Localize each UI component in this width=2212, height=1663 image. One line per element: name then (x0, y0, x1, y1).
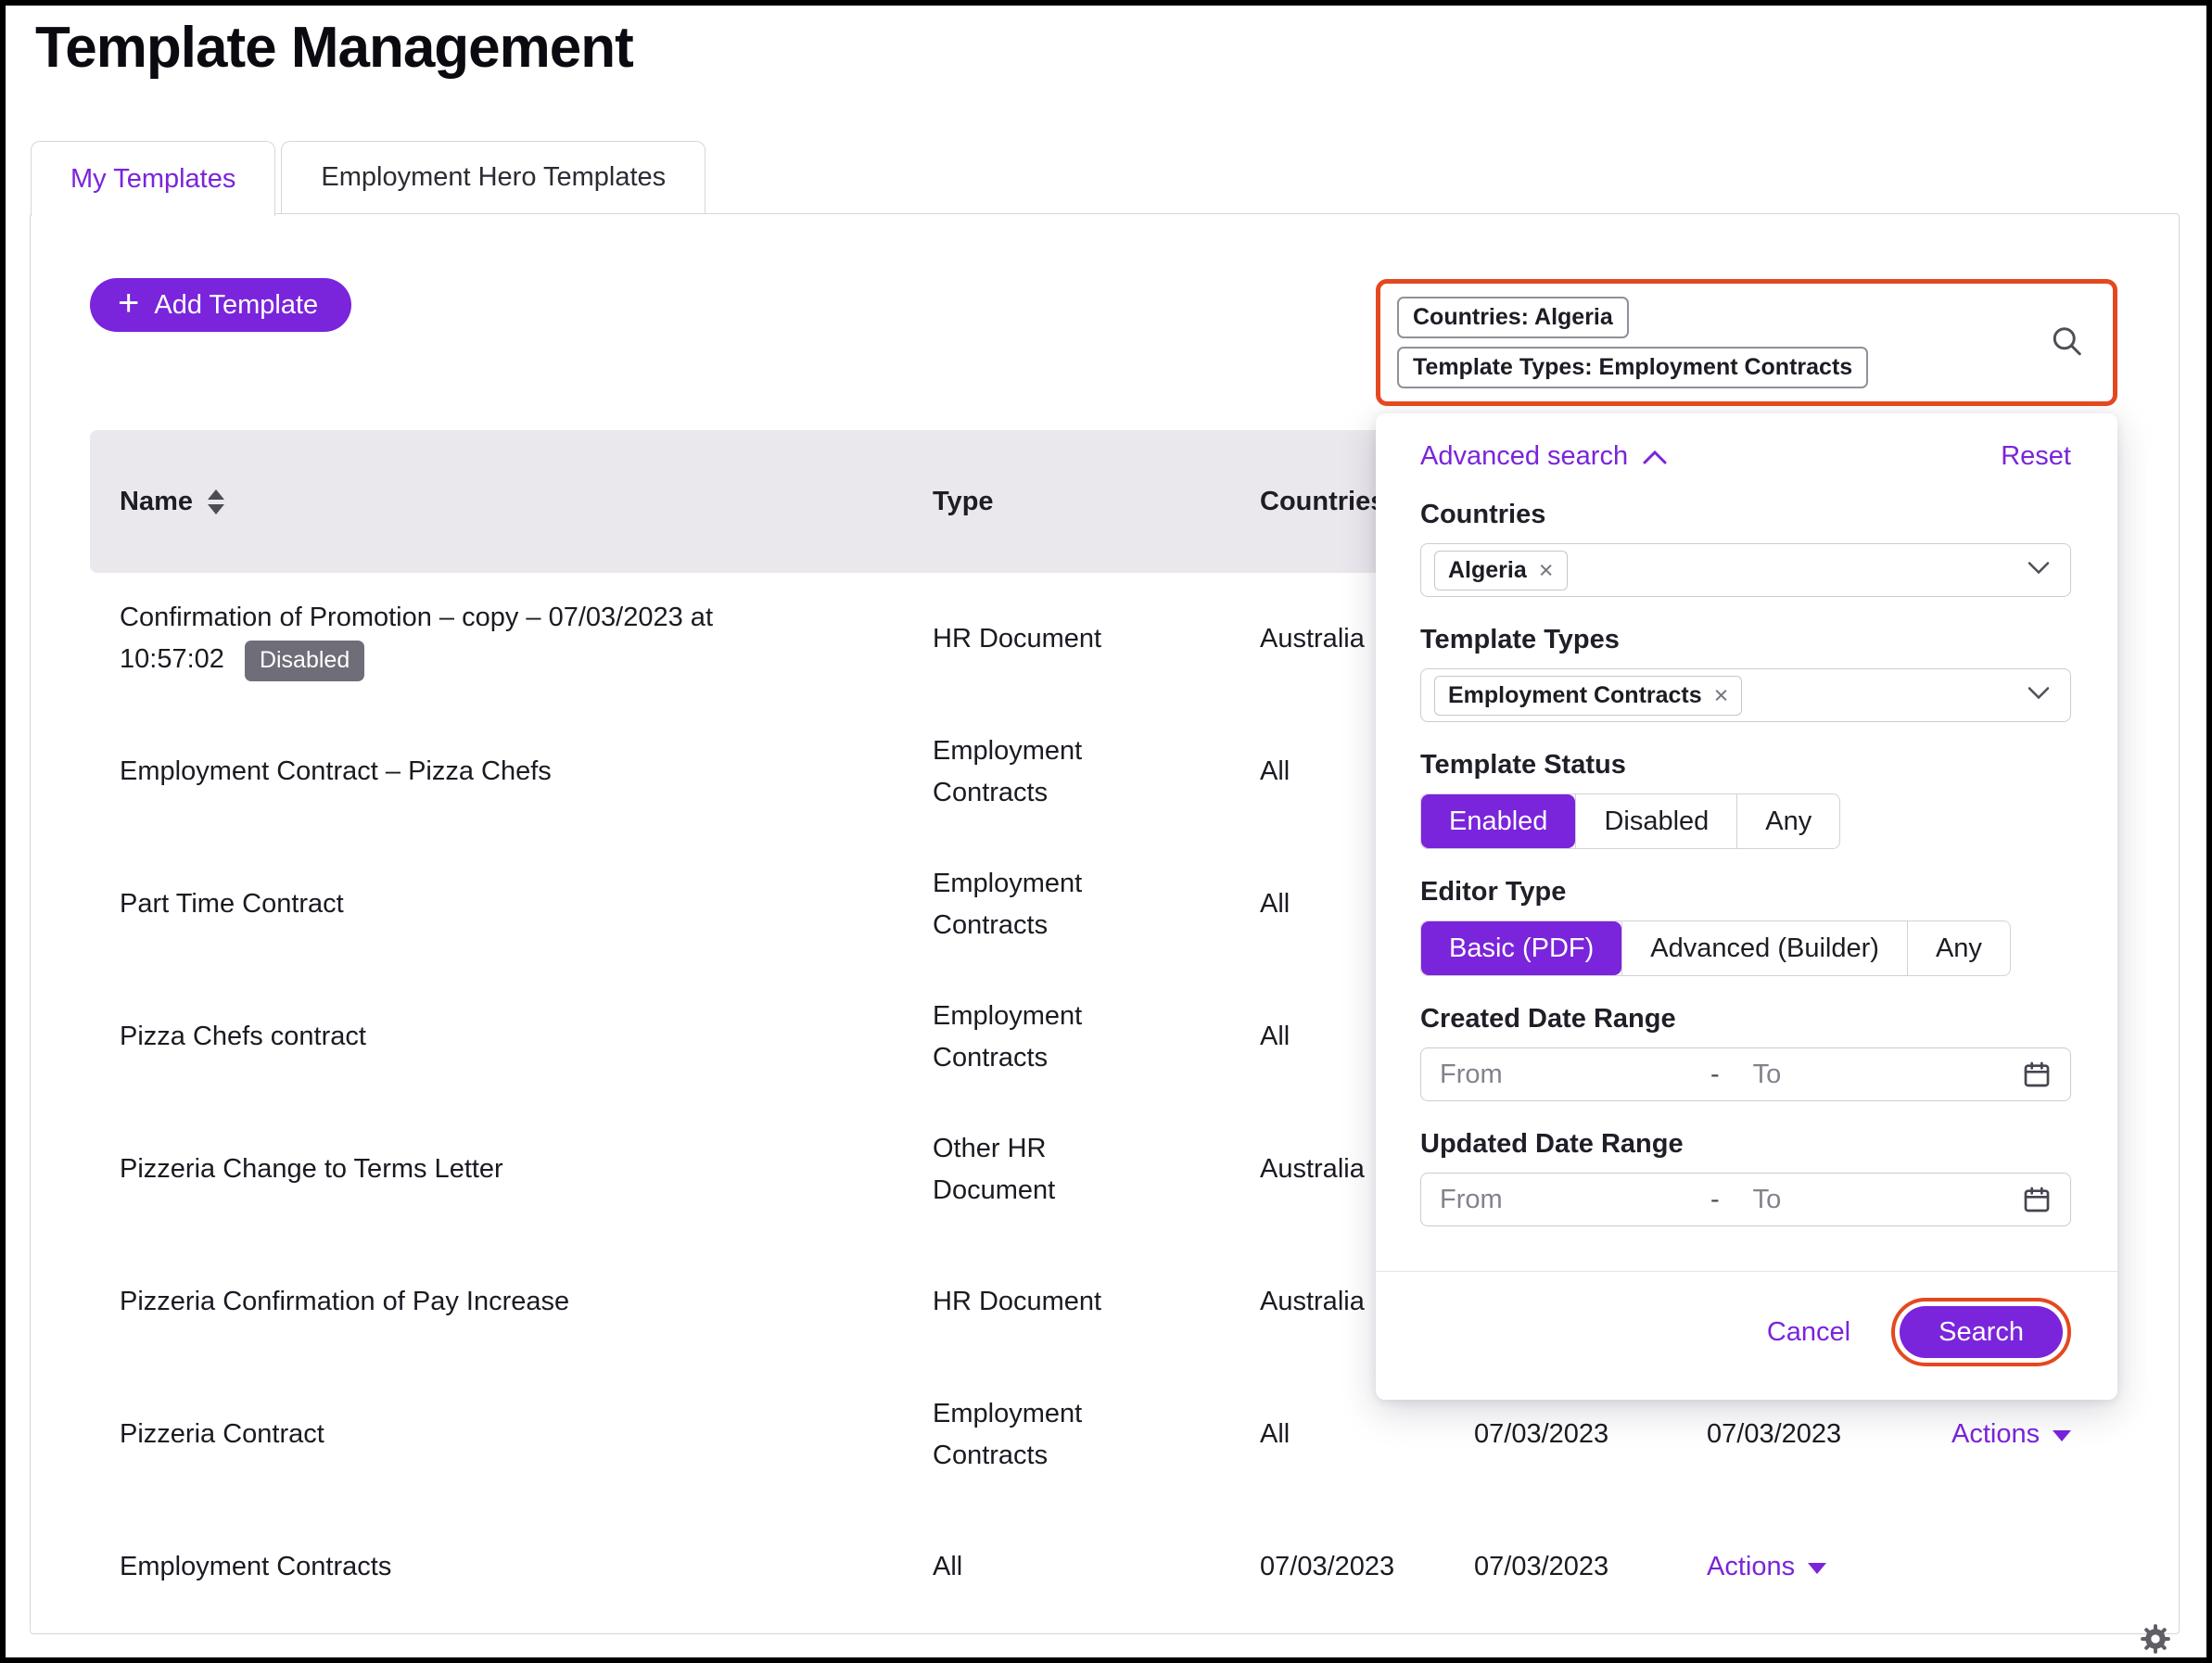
filter-chip-template-types[interactable]: Template Types: Employment Contracts (1397, 347, 1868, 388)
editor-option-any[interactable]: Any (1907, 921, 2010, 975)
status-badge: Disabled (245, 641, 364, 680)
template-type: All (933, 1546, 1260, 1588)
chevron-down-icon (2028, 687, 2050, 705)
template-type: Employment Contracts (933, 863, 1260, 946)
tab-employment-hero-templates[interactable]: Employment Hero Templates (281, 141, 706, 213)
search-button-highlight-ring: Search (1891, 1298, 2071, 1366)
template-created-date: 07/03/2023 (1260, 1546, 1474, 1588)
template-name: Part Time Contract (90, 883, 933, 925)
search-icon[interactable] (2050, 324, 2083, 362)
template-name: Employment Contract – Pizza Chefs (90, 751, 933, 793)
panel-divider (1376, 1271, 2117, 1272)
date-range-separator: - (1710, 1060, 1720, 1090)
template-countries: All (1260, 1414, 1474, 1455)
date-to-input[interactable]: To (1753, 1060, 2022, 1090)
caret-down-icon (2053, 1430, 2071, 1441)
actions-button[interactable]: Actions (1951, 1414, 2117, 1455)
cancel-button[interactable]: Cancel (1767, 1317, 1850, 1348)
column-header-type: Type (933, 487, 1260, 517)
advanced-search-panel: Advanced search Reset Countries Algeria … (1376, 413, 2117, 1400)
created-date-range-label: Created Date Range (1420, 1004, 2071, 1035)
template-updated-date: 07/03/2023 (1474, 1546, 1707, 1588)
add-template-label: Add Template (154, 290, 318, 321)
template-type: Employment Contracts (933, 1393, 1260, 1477)
template-name: Pizza Chefs contract (90, 1016, 933, 1058)
editor-type-label: Editor Type (1420, 877, 2071, 908)
calendar-icon[interactable] (2022, 1060, 2052, 1089)
template-status-segmented: Enabled Disabled Any (1420, 793, 1840, 849)
advanced-search-toggle[interactable]: Advanced search (1420, 441, 1667, 472)
template-created-date: 07/03/2023 (1474, 1414, 1707, 1455)
active-filter-chips: Countries: Algeria Template Types: Emplo… (1380, 297, 1868, 388)
chevron-up-icon (1643, 441, 1667, 472)
reset-link[interactable]: Reset (2001, 441, 2071, 472)
actions-button[interactable]: Actions (1707, 1546, 1951, 1588)
countries-label: Countries (1420, 500, 2071, 530)
template-type: Other HR Document (933, 1128, 1260, 1212)
countries-select[interactable]: Algeria × (1420, 543, 2071, 597)
tab-bar: My Templates Employment Hero Templates (31, 141, 706, 216)
filter-chip-countries[interactable]: Countries: Algeria (1397, 297, 1629, 338)
template-type: Employment Contracts (933, 996, 1260, 1079)
template-name: Confirmation of Promotion – copy – 07/03… (120, 603, 713, 674)
status-option-any[interactable]: Any (1736, 794, 1839, 848)
editor-type-segmented: Basic (PDF) Advanced (Builder) Any (1420, 920, 2011, 976)
template-name: Pizzeria Confirmation of Pay Increase (90, 1281, 933, 1323)
template-name: Employment Contracts (90, 1546, 933, 1588)
search-filter-box[interactable]: Countries: Algeria Template Types: Emplo… (1376, 279, 2117, 406)
template-type: HR Document (933, 1281, 1260, 1323)
date-to-input[interactable]: To (1753, 1185, 2022, 1215)
updated-date-range-field[interactable]: From - To (1420, 1173, 2071, 1226)
add-template-button[interactable]: + Add Template (90, 278, 351, 332)
calendar-icon[interactable] (2022, 1185, 2052, 1214)
sort-icon[interactable] (208, 489, 224, 514)
tab-label: My Templates (70, 164, 235, 195)
template-updated-date: 07/03/2023 (1707, 1414, 1951, 1455)
status-option-disabled[interactable]: Disabled (1575, 794, 1736, 848)
table-row: Employment Contracts All 07/03/2023 07/0… (90, 1501, 2117, 1633)
column-header-name[interactable]: Name (90, 487, 933, 517)
tab-label: Employment Hero Templates (321, 162, 666, 193)
close-icon[interactable]: × (1539, 558, 1554, 583)
gear-icon[interactable] (2137, 1620, 2174, 1662)
date-from-input[interactable]: From (1440, 1185, 1710, 1215)
selected-country-chip[interactable]: Algeria × (1434, 551, 1568, 590)
date-from-input[interactable]: From (1440, 1060, 1710, 1090)
updated-date-range-label: Updated Date Range (1420, 1129, 2071, 1160)
editor-option-basic-pdf[interactable]: Basic (PDF) (1421, 921, 1621, 975)
template-types-label: Template Types (1420, 625, 2071, 655)
template-status-label: Template Status (1420, 750, 2071, 781)
template-type: Employment Contracts (933, 730, 1260, 814)
chevron-down-icon (2028, 562, 2050, 579)
status-option-enabled[interactable]: Enabled (1421, 794, 1575, 848)
template-types-select[interactable]: Employment Contracts × (1420, 668, 2071, 722)
caret-down-icon (1808, 1563, 1826, 1574)
template-name: Pizzeria Change to Terms Letter (90, 1149, 933, 1190)
tab-my-templates[interactable]: My Templates (31, 141, 275, 216)
template-name: Pizzeria Contract (90, 1414, 933, 1455)
page-title: Template Management (35, 15, 633, 81)
search-button[interactable]: Search (1900, 1306, 2063, 1358)
created-date-range-field[interactable]: From - To (1420, 1047, 2071, 1101)
template-type: HR Document (933, 618, 1260, 660)
editor-option-advanced-builder[interactable]: Advanced (Builder) (1621, 921, 1907, 975)
plus-icon: + (118, 285, 139, 322)
date-range-separator: - (1710, 1185, 1720, 1215)
close-icon[interactable]: × (1714, 683, 1729, 708)
selected-template-type-chip[interactable]: Employment Contracts × (1434, 676, 1742, 716)
